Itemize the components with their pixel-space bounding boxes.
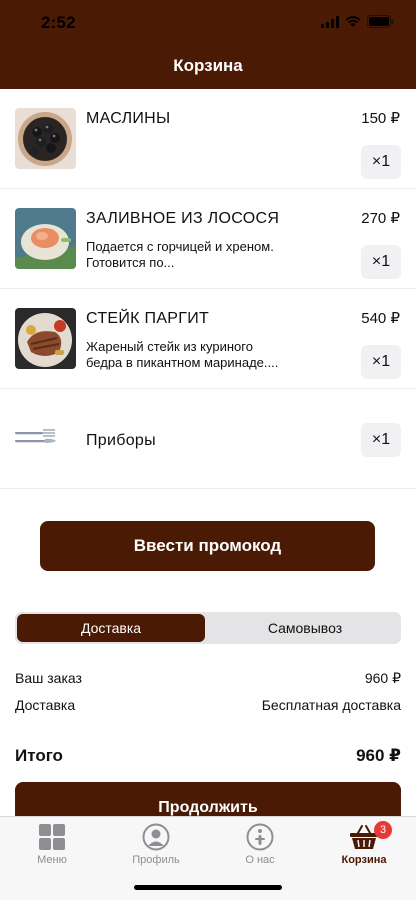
status-icons	[321, 15, 394, 28]
wifi-icon	[345, 15, 361, 27]
home-indicator	[134, 885, 282, 890]
cutlery-icon	[15, 429, 56, 443]
tab-label: Профиль	[132, 854, 180, 866]
tab-about[interactable]: О нас	[208, 823, 312, 873]
profile-icon	[142, 823, 170, 851]
delivery-summary-row: Доставка Бесплатная доставка	[15, 697, 401, 713]
order-value: 960 ₽	[364, 670, 401, 686]
status-time: 2:52	[41, 13, 76, 32]
signal-icon	[321, 15, 339, 28]
cart-badge: 3	[374, 821, 392, 839]
item-price: 270 ₽	[361, 210, 400, 227]
tab-profile[interactable]: Профиль	[104, 823, 208, 873]
item-description: Подается с горчицей и хреном. Готовится …	[86, 239, 274, 270]
delivery-toggle: Доставка Самовывоз	[15, 612, 401, 644]
info-icon	[246, 823, 274, 851]
quantity-button[interactable]: ×1	[361, 423, 401, 457]
app-header: 2:52 Корзина	[0, 0, 416, 89]
battery-icon	[367, 15, 394, 28]
total-row: Итого 960 ₽	[15, 746, 401, 766]
status-bar: 2:52	[0, 0, 416, 44]
grid-icon	[39, 824, 65, 850]
total-value: 960 ₽	[356, 746, 401, 765]
salmon-aspic-image	[15, 208, 76, 269]
cutlery-item[interactable]: Приборы ×1	[0, 389, 416, 489]
cart-item[interactable]: СТЕЙК ПАРГИТ Жареный стейк из куриного б…	[0, 289, 416, 389]
steak-image	[15, 308, 76, 369]
order-label: Ваш заказ	[15, 670, 82, 686]
total-label: Итого	[15, 746, 63, 765]
delivery-label: Доставка	[15, 697, 76, 713]
item-name: Приборы	[86, 432, 156, 449]
item-price: 540 ₽	[361, 310, 400, 327]
tab-label: О нас	[245, 854, 275, 866]
item-description: Жареный стейк из куриного бедра в пикант…	[86, 339, 279, 370]
delivery-option[interactable]: Доставка	[17, 614, 205, 642]
item-name: МАСЛИНЫ	[86, 110, 171, 127]
page-title: Корзина	[173, 56, 243, 75]
cart-list: МАСЛИНЫ 150 ₽ ×1 ЗАЛИВНОЕ ИЗ ЛОСОСЯ Пода…	[0, 89, 416, 489]
cart-item[interactable]: ЗАЛИВНОЕ ИЗ ЛОСОСЯ Подается с горчицей и…	[0, 189, 416, 289]
item-name: ЗАЛИВНОЕ ИЗ ЛОСОСЯ	[86, 210, 280, 227]
olives-image	[15, 108, 76, 169]
tab-label: Корзина	[341, 854, 387, 866]
cart-item[interactable]: МАСЛИНЫ 150 ₽ ×1	[0, 89, 416, 189]
item-price: 150 ₽	[361, 110, 400, 127]
promo-code-button[interactable]: Ввести промокод	[40, 521, 375, 571]
tab-cart[interactable]: 3 Корзина	[312, 821, 416, 873]
quantity-button[interactable]: ×1	[361, 145, 401, 179]
order-summary-row: Ваш заказ 960 ₽	[15, 670, 401, 687]
tab-menu[interactable]: Меню	[0, 823, 104, 873]
quantity-button[interactable]: ×1	[361, 345, 401, 379]
item-name: СТЕЙК ПАРГИТ	[86, 310, 210, 327]
delivery-value: Бесплатная доставка	[261, 697, 401, 713]
pickup-option[interactable]: Самовывоз	[211, 614, 399, 642]
quantity-button[interactable]: ×1	[361, 245, 401, 279]
tab-label: Меню	[37, 854, 67, 866]
